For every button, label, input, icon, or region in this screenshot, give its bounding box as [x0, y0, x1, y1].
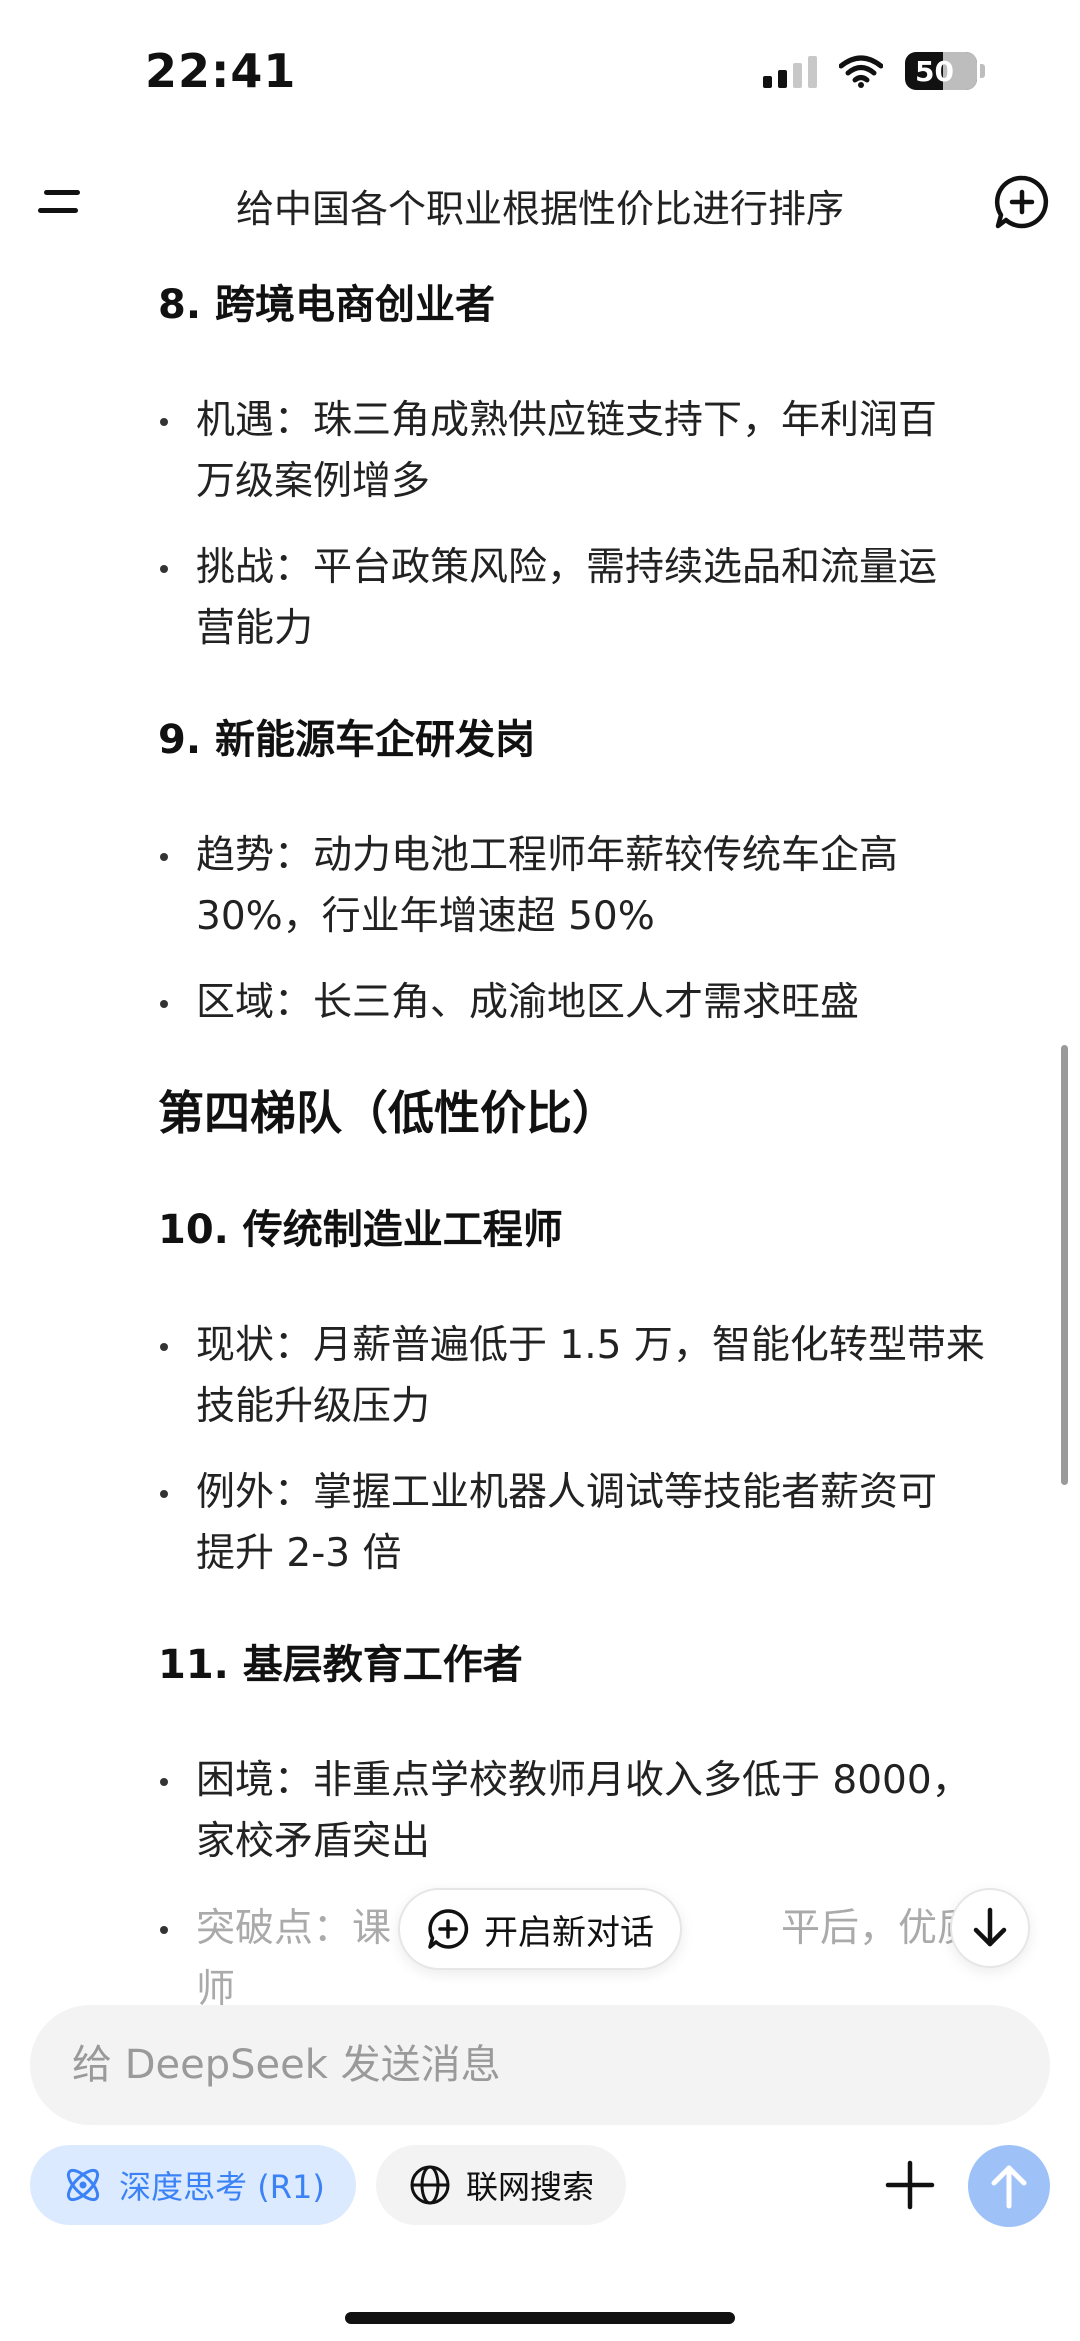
section-title: 9. 新能源车企研发岗 [158, 717, 535, 763]
chat-header: 给中国各个职业根据性价比进行排序 [0, 150, 1080, 255]
tier-heading: 第四梯队（低性价比） [158, 1086, 618, 1140]
plus-icon[interactable] [880, 2155, 940, 2215]
composer-toolbar: 深度思考 (R1) 联网搜索 [0, 2145, 1080, 2227]
status-bar: 22:41 50 [0, 0, 1080, 150]
status-time: 22:41 [145, 44, 297, 98]
arrow-down-icon [973, 1907, 1007, 1947]
new-dialog-label: 开启新对话 [484, 1912, 654, 1953]
section-title: 8. 跨境电商创业者 [158, 282, 495, 328]
plus-circle-icon [428, 1909, 469, 1949]
wifi-icon [839, 55, 883, 88]
battery-percent: 50 [915, 54, 954, 88]
signal-icon [763, 54, 817, 88]
list-item: 机遇：珠三角成熟供应链支持下，年利润百 万级案例增多 [158, 390, 1028, 512]
scrollbar[interactable] [1061, 1045, 1068, 1485]
deep-think-toggle[interactable]: 深度思考 (R1) [30, 2145, 356, 2225]
atom-icon [67, 2168, 100, 2202]
new-dialog-button[interactable]: 开启新对话 [398, 1888, 682, 1970]
list-item: 趋势：动力电池工程师年薪较传统车企高 30%，行业年增速超 50% [158, 825, 1028, 947]
message-input-box[interactable] [30, 2005, 1050, 2125]
chat-title: 给中国各个职业根据性价比进行排序 [235, 187, 844, 231]
list-item: 例外：掌握工业机器人调试等技能者薪资可 提升 2-3 倍 [158, 1462, 1028, 1584]
web-search-label: 联网搜索 [465, 2168, 594, 2206]
scroll-to-bottom-button[interactable] [950, 1888, 1030, 1968]
deep-think-label: 深度思考 (R1) [119, 2168, 325, 2206]
list-item: 区域：长三角、成渝地区人才需求旺盛 [158, 972, 1028, 1033]
globe-icon [410, 2165, 450, 2205]
list-item: 困境：非重点学校教师月收入多低于 8000， 家校矛盾突出 [158, 1750, 1028, 1872]
send-button[interactable] [968, 2145, 1050, 2227]
web-search-toggle[interactable]: 联网搜索 [376, 2145, 626, 2225]
section-title: 11. 基层教育工作者 [158, 1642, 523, 1688]
list-item: 现状：月薪普遍低于 1.5 万，智能化转型带来 技能升级压力 [158, 1315, 1028, 1437]
list-item: 挑战：平台政策风险，需持续选品和流量运 营能力 [158, 537, 1028, 659]
message-input[interactable] [70, 2005, 1010, 2125]
status-icons: 50 [763, 52, 985, 90]
battery-icon: 50 [905, 52, 985, 90]
arrow-up-icon [991, 2165, 1027, 2209]
new-chat-icon[interactable] [992, 172, 1052, 232]
home-indicator[interactable] [345, 2312, 735, 2324]
section-title: 10. 传统制造业工程师 [158, 1207, 563, 1253]
